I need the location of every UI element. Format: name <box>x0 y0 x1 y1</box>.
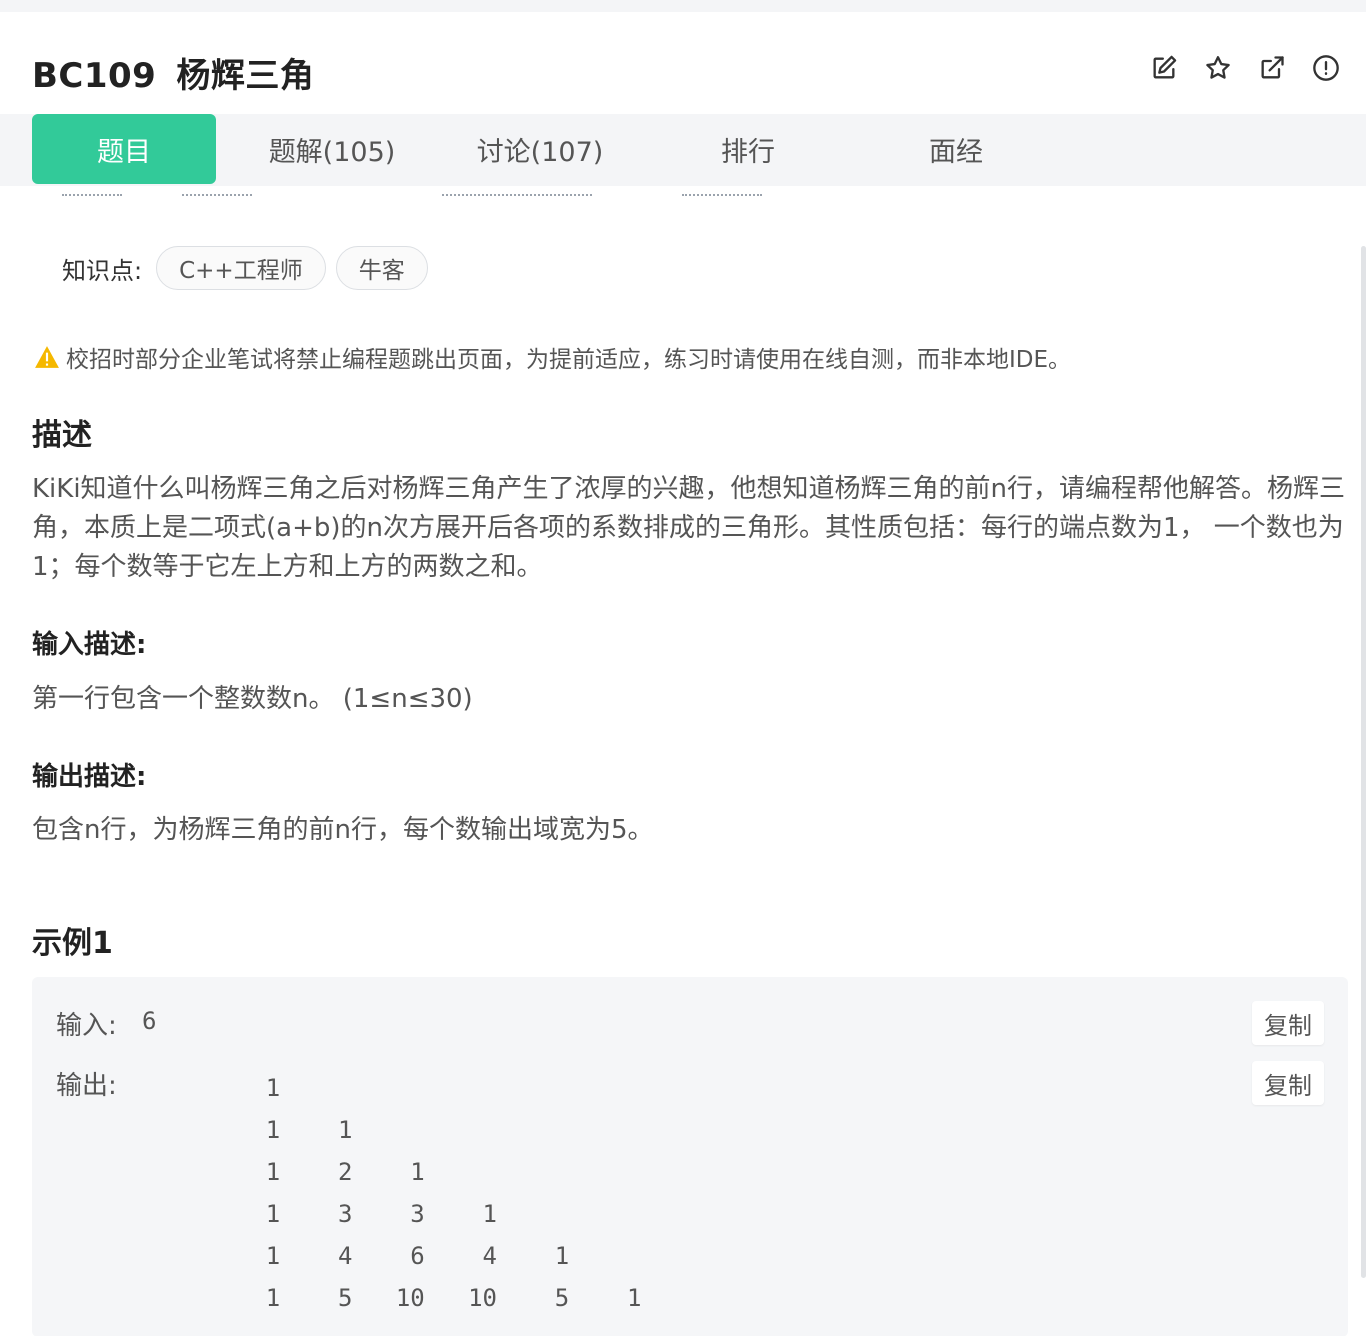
example-input-label: 输入: <box>56 1011 117 1041</box>
warning-notice: 校招时部分企业笔试将禁止编程题跳出页面，为提前适应，练习时请使用在线自测，而非本… <box>34 340 1071 374</box>
star-icon[interactable] <box>1202 52 1234 84</box>
example-output-value: 1 1 1 1 2 1 1 3 3 1 1 4 6 4 1 1 5 10 10 … <box>265 1074 642 1312</box>
tag-cpp-engineer[interactable]: C++工程师 <box>156 246 326 290</box>
tab-solutions[interactable]: 题解(105) <box>240 114 424 184</box>
knowledge-label: 知识点: <box>62 256 143 285</box>
copy-output-button[interactable]: 复制 <box>1252 1061 1324 1105</box>
description-heading: 描述 <box>32 418 92 453</box>
top-strip <box>0 0 1366 12</box>
example-heading: 示例1 <box>32 926 113 961</box>
share-icon[interactable] <box>1256 52 1288 84</box>
example-input-value: 6 <box>142 1007 157 1035</box>
tab-discussion[interactable]: 讨论(107) <box>448 114 632 184</box>
scrollbar[interactable] <box>1361 246 1366 1278</box>
scrolled-text-fragment <box>32 186 792 204</box>
header-actions <box>1148 52 1342 84</box>
tab-bar: 题目 题解(105) 讨论(107) 排行 面经 <box>0 114 1366 186</box>
problem-header: BC109 杨辉三角 <box>0 12 1366 114</box>
example-box: 输入: 6 复制 输出: 复制 1 1 1 1 2 1 1 3 3 1 1 4 … <box>32 977 1348 1336</box>
report-icon[interactable] <box>1310 52 1342 84</box>
page-title: BC109 杨辉三角 <box>32 48 314 97</box>
warning-icon <box>35 346 59 368</box>
output-desc-text: 包含n行，为杨辉三角的前n行，每个数输出域宽为5。 <box>32 815 654 845</box>
knowledge-points: 知识点: C++工程师 牛客 <box>62 246 438 290</box>
tag-nowcoder[interactable]: 牛客 <box>335 246 428 290</box>
tab-problem[interactable]: 题目 <box>32 114 216 184</box>
tab-ranking[interactable]: 排行 <box>656 114 840 184</box>
input-desc-heading: 输入描述: <box>32 630 147 660</box>
description-text: KiKi知道什么叫杨辉三角之后对杨辉三角产生了浓厚的兴趣，他想知道杨辉三角的前n… <box>32 474 1346 582</box>
output-desc-heading: 输出描述: <box>32 762 147 792</box>
problem-title: 杨辉三角 <box>176 56 315 96</box>
warning-text: 校招时部分企业笔试将禁止编程题跳出页面，为提前适应，练习时请使用在线自测，而非本… <box>66 347 1072 373</box>
example-output-label: 输出: <box>56 1071 117 1101</box>
problem-code: BC109 <box>32 56 157 96</box>
tab-interview[interactable]: 面经 <box>864 114 1048 184</box>
copy-input-button[interactable]: 复制 <box>1252 1001 1324 1045</box>
edit-icon[interactable] <box>1148 52 1180 84</box>
input-desc-text: 第一行包含一个整数数n。 (1≤n≤30) <box>32 684 473 714</box>
